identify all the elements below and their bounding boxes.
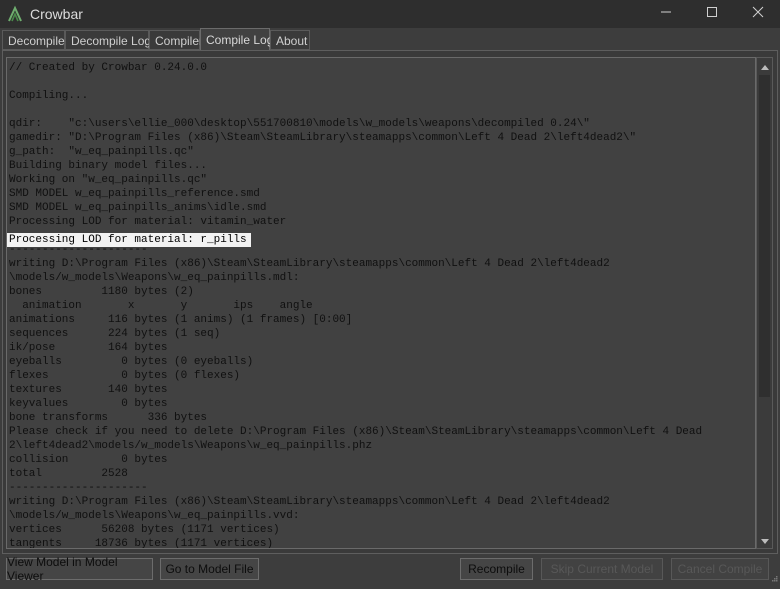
window-title: Crowbar <box>30 6 83 22</box>
scroll-up-icon <box>760 57 769 75</box>
log-line: sequences 224 bytes (1 seq) <box>9 328 221 340</box>
log-scrollbar[interactable] <box>756 57 773 549</box>
log-line: vertices 56208 bytes (1171 vertices) <box>9 524 280 536</box>
tab-about[interactable]: About <box>270 30 310 50</box>
log-line: --------------------- <box>9 244 148 256</box>
log-line: --------------------- <box>9 482 148 494</box>
log-line: writing D:\Program Files (x86)\Steam\Ste… <box>9 496 610 508</box>
log-line: SMD MODEL w_eq_painpills_reference.smd <box>9 188 260 200</box>
maximize-icon <box>706 5 718 23</box>
tab-decompiler[interactable]: Decompiler <box>2 30 69 50</box>
go-to-model-file-button[interactable]: Go to Model File <box>160 558 259 580</box>
tab-compiler[interactable]: Compiler <box>149 30 203 50</box>
log-line: Compiling... <box>9 90 89 102</box>
maximize-button[interactable] <box>689 0 735 28</box>
log-line: bone transforms 336 bytes <box>9 412 208 424</box>
title-bar: Crowbar <box>0 0 780 28</box>
tab-compile-log[interactable]: Compile Log <box>200 28 273 51</box>
scroll-down-button[interactable] <box>757 532 772 548</box>
log-line: keyvalues 0 bytes <box>9 398 168 410</box>
minimize-button[interactable] <box>643 0 689 28</box>
log-line: flexes 0 bytes (0 flexes) <box>9 370 241 382</box>
cancel-compile-button[interactable]: Cancel Compile <box>671 558 769 580</box>
log-line: bones 1180 bytes (2) <box>9 286 194 298</box>
log-line: Working on "w_eq_painpills.qc" <box>9 174 208 186</box>
log-line: animations 116 bytes (1 anims) (1 frames… <box>9 314 353 326</box>
log-line: animation x y ips angle <box>9 300 313 312</box>
log-line: tangents 18736 bytes (1171 vertices) <box>9 538 274 549</box>
log-line: \models/w_models\Weapons\w_eq_painpills.… <box>9 272 300 284</box>
size-grip-icon[interactable] <box>770 569 778 587</box>
log-line: 2\left4dead2\models/w_models\Weapons\w_e… <box>9 440 373 452</box>
log-line: // Created by Crowbar 0.24.0.0 <box>9 62 208 74</box>
recompile-button[interactable]: Recompile <box>460 558 533 580</box>
log-line: SMD MODEL w_eq_painpills_anims\idle.smd <box>9 202 267 214</box>
scrollbar-thumb[interactable] <box>759 75 770 397</box>
log-line: gamedir: "D:\Program Files (x86)\Steam\S… <box>9 132 637 144</box>
log-line: \models/w_models\Weapons\w_eq_painpills.… <box>9 510 300 522</box>
log-line: g_path: "w_eq_painpills.qc" <box>9 146 194 158</box>
log-line: qdir: "c:\users\ellie_000\desktop\551700… <box>9 118 590 130</box>
minimize-icon <box>660 5 672 23</box>
log-line: total 2528 <box>9 468 128 480</box>
log-line: Building binary model files... <box>9 160 208 172</box>
skip-current-model-button[interactable]: Skip Current Model <box>541 558 663 580</box>
crowbar-app-icon <box>6 5 24 23</box>
log-line: writing D:\Program Files (x86)\Steam\Ste… <box>9 258 610 270</box>
view-model-button[interactable]: View Model in Model Viewer <box>6 555 153 583</box>
log-line: textures 140 bytes <box>9 384 168 396</box>
tab-decompile-log[interactable]: Decompile Log <box>65 30 151 50</box>
close-button[interactable] <box>735 0 780 28</box>
compile-log-textbox[interactable]: // Created by Crowbar 0.24.0.0 Compiling.… <box>6 57 756 549</box>
scroll-up-button[interactable] <box>757 58 772 74</box>
log-line: ik/pose 164 bytes <box>9 342 168 354</box>
log-line: Please check if you need to delete D:\Pr… <box>9 426 703 438</box>
scroll-down-icon <box>760 531 769 549</box>
log-line: collision 0 bytes <box>9 454 168 466</box>
log-line: eyeballs 0 bytes (0 eyeballs) <box>9 356 254 368</box>
log-line: Processing LOD for material: vitamin_wat… <box>9 216 287 228</box>
close-icon <box>752 5 764 23</box>
